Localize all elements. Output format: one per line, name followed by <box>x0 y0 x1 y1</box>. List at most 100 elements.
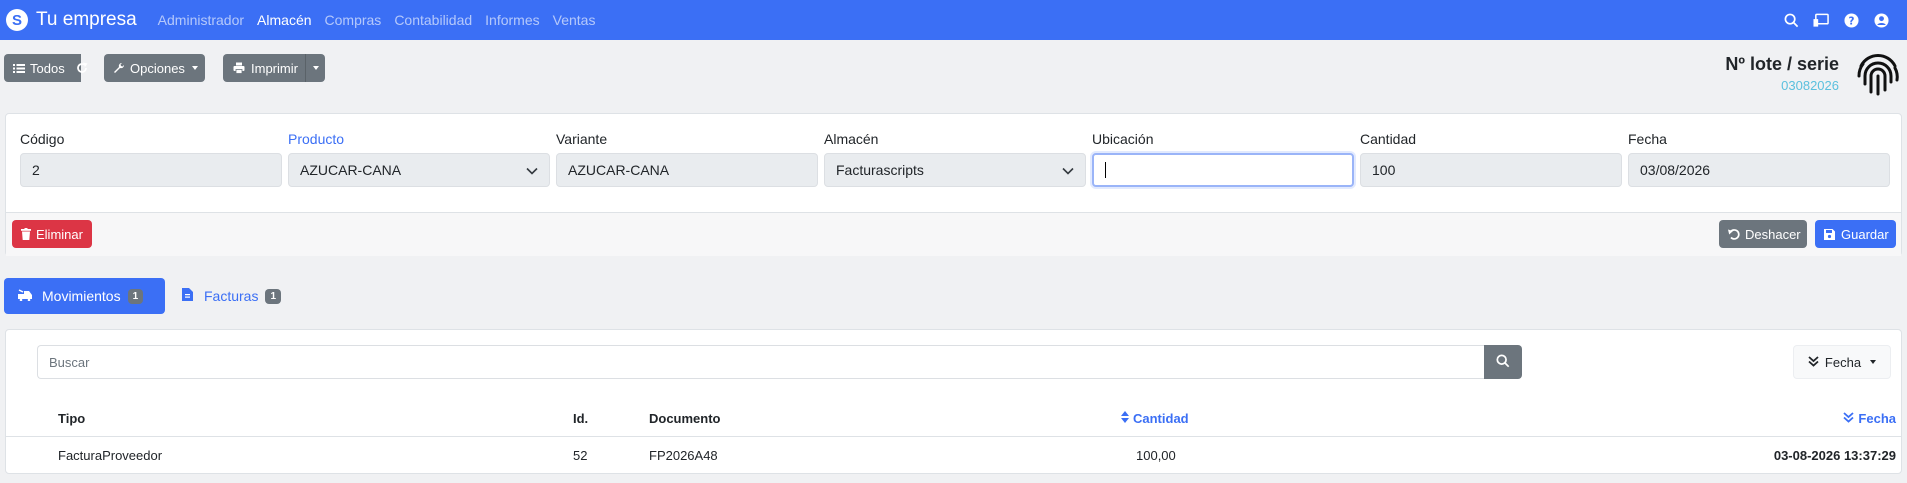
search-button[interactable] <box>1484 345 1522 379</box>
column-header-documento[interactable]: Documento <box>649 411 721 426</box>
cell-id: 52 <box>573 448 588 463</box>
save-label: Guardar <box>1841 226 1889 242</box>
field-label: Variante <box>556 131 608 147</box>
sort-desc-icon <box>1843 411 1855 426</box>
field-value: Facturascripts <box>836 162 924 178</box>
chevron-down-icon <box>1870 360 1877 364</box>
nav-item-ventas[interactable]: Ventas <box>553 12 596 28</box>
field-label: Fecha <box>1628 131 1667 147</box>
field-ubicacion: Ubicación <box>1092 131 1354 187</box>
field-producto: Producto AZUCAR-CANA <box>288 131 550 187</box>
field-value: 2 <box>32 162 40 178</box>
field-codigo: Código 2 <box>20 131 282 187</box>
column-header-fecha[interactable]: Fecha <box>1843 411 1896 426</box>
nav-item-administrador[interactable]: Administrador <box>158 12 244 28</box>
all-button-group: Todos <box>4 54 88 82</box>
field-value: AZUCAR-CANA <box>568 162 670 178</box>
refresh-icon <box>76 62 88 74</box>
column-header-id[interactable]: Id. <box>573 411 588 426</box>
print-group: Imprimir <box>223 54 325 82</box>
count-badge: 1 <box>265 288 282 304</box>
chevron-down-icon <box>191 66 198 70</box>
options-group: Opciones <box>104 54 205 82</box>
column-header-label: Fecha <box>1858 411 1896 426</box>
field-variante: Variante AZUCAR-CANA <box>556 131 818 187</box>
cell-fecha: 03-08-2026 13:37:29 <box>1773 448 1896 463</box>
brand-name: Tu empresa <box>36 9 137 30</box>
sort-icon <box>1121 411 1129 426</box>
variante-input[interactable]: AZUCAR-CANA <box>556 153 818 187</box>
cell-documento: FP2026A48 <box>649 448 718 463</box>
nav-item-almacen[interactable]: Almacén <box>257 12 311 28</box>
tab-facturas[interactable]: Facturas 1 <box>170 278 290 314</box>
count-badge: 1 <box>127 288 144 304</box>
codigo-input[interactable]: 2 <box>20 153 282 187</box>
producto-select[interactable]: AZUCAR-CANA <box>288 153 550 187</box>
tab-label: Facturas <box>204 288 259 304</box>
almacen-select[interactable]: Facturascripts <box>824 153 1086 187</box>
options-dropdown-button[interactable]: Opciones <box>104 54 205 82</box>
cell-cantidad: 100,00 <box>1136 448 1176 463</box>
search-icon[interactable] <box>1783 12 1799 28</box>
column-header-tipo[interactable]: Tipo <box>58 411 85 426</box>
options-label: Opciones <box>130 60 185 76</box>
ubicacion-input[interactable] <box>1092 153 1354 187</box>
fecha-input[interactable]: 03/08/2026 <box>1628 153 1890 187</box>
nav-item-informes[interactable]: Informes <box>485 12 539 28</box>
form-footer: Eliminar Deshacer Guardar <box>6 212 1901 256</box>
printer-icon <box>233 62 245 74</box>
svg-text:?: ? <box>1848 15 1854 27</box>
field-value: AZUCAR-CANA <box>300 162 402 178</box>
cell-tipo: FacturaProveedor <box>58 448 163 463</box>
page-subtitle: 03082026 <box>1781 78 1839 93</box>
fingerprint-icon <box>1855 50 1901 96</box>
undo-label: Deshacer <box>1745 226 1801 242</box>
print-options-toggle[interactable] <box>305 54 325 82</box>
undo-icon <box>1728 228 1740 240</box>
delete-label: Eliminar <box>36 226 83 242</box>
truck-icon <box>18 288 34 304</box>
user-icon[interactable] <box>1873 12 1889 28</box>
field-fecha: Fecha 03/08/2026 <box>1628 131 1890 187</box>
field-label-link[interactable]: Producto <box>288 131 550 149</box>
field-cantidad: Cantidad 100 <box>1360 131 1622 187</box>
nav-item-compras[interactable]: Compras <box>325 12 382 28</box>
all-records-label: Todos <box>30 60 65 76</box>
page-header: Nº lote / serie 03082026 <box>1725 54 1839 93</box>
nav-item-contabilidad[interactable]: Contabilidad <box>394 12 472 28</box>
search-placeholder: Buscar <box>49 354 90 370</box>
field-label: Almacén <box>824 131 879 147</box>
field-value: 03/08/2026 <box>1640 162 1711 178</box>
search-input[interactable]: Buscar <box>37 345 1484 379</box>
page-title: Nº lote / serie <box>1725 54 1839 74</box>
field-value: 100 <box>1372 162 1396 178</box>
all-records-button[interactable]: Todos <box>4 54 88 82</box>
print-button[interactable]: Imprimir <box>223 54 305 82</box>
search-bar: Buscar <box>37 345 1522 379</box>
movements-card: Buscar Fecha Tipo Id. Documento Cantidad… <box>5 329 1902 474</box>
tab-label: Movimientos <box>42 288 121 304</box>
main-menu: Administrador Almacén Compras Contabilid… <box>158 12 609 28</box>
lot-form-card: Código 2 Producto AZUCAR-CANA Variante A… <box>5 113 1902 256</box>
column-header-cantidad[interactable]: Cantidad <box>1121 411 1189 426</box>
sort-dropdown-button[interactable]: Fecha <box>1793 345 1891 379</box>
list-icon <box>13 63 25 74</box>
top-navbar: S Tu empresa Administrador Almacén Compr… <box>0 0 1907 40</box>
delete-button[interactable]: Eliminar <box>12 220 92 248</box>
save-button[interactable]: Guardar <box>1815 220 1896 248</box>
text-cursor <box>1105 162 1106 178</box>
help-icon[interactable]: ? <box>1843 12 1859 28</box>
save-icon <box>1824 228 1835 240</box>
print-label: Imprimir <box>251 60 298 76</box>
search-icon <box>1496 353 1510 371</box>
field-almacen: Almacén Facturascripts <box>824 131 1086 187</box>
sort-desc-icon <box>1808 355 1819 370</box>
tab-movimientos[interactable]: Movimientos 1 <box>4 278 165 314</box>
sort-label: Fecha <box>1824 354 1862 370</box>
cantidad-input[interactable]: 100 <box>1360 153 1622 187</box>
field-label: Ubicación <box>1092 131 1154 147</box>
brand[interactable]: S Tu empresa <box>6 0 137 40</box>
field-label: Código <box>20 131 65 147</box>
cast-icon[interactable] <box>1813 12 1829 28</box>
undo-button[interactable]: Deshacer <box>1719 220 1807 248</box>
